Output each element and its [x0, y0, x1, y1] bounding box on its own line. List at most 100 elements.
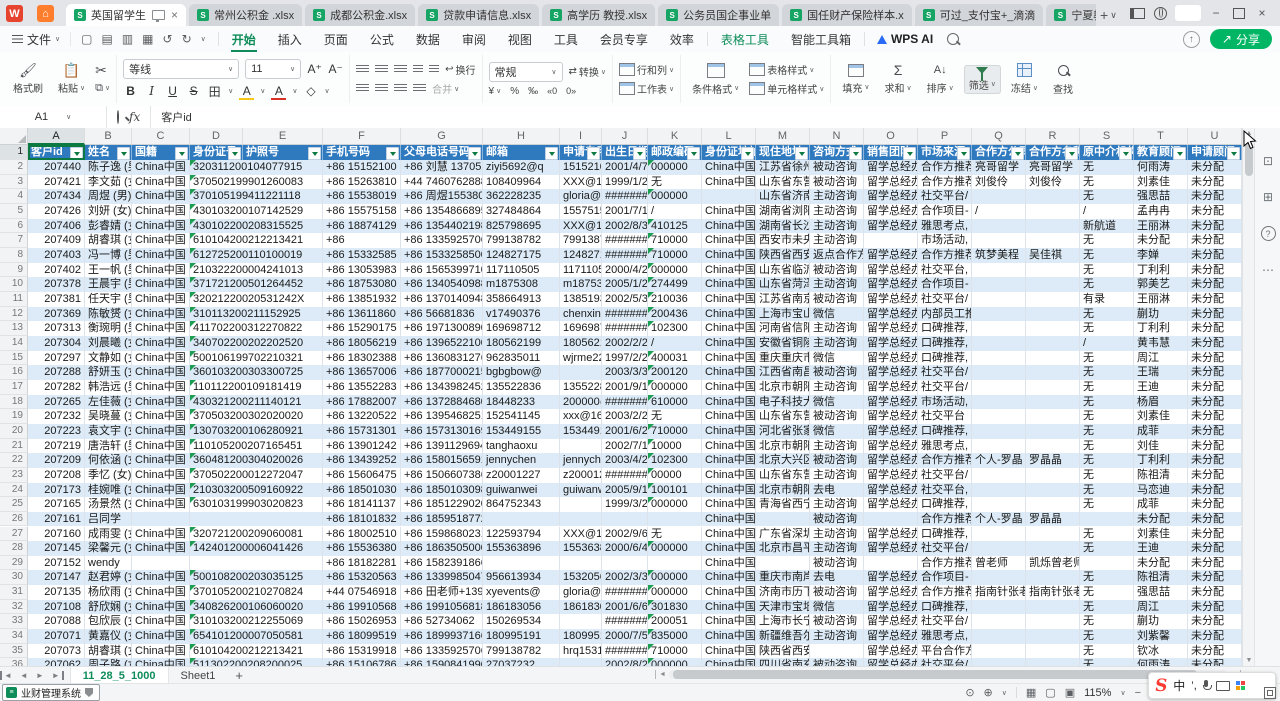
cell-D33[interactable]: 310103200212255069	[190, 614, 323, 629]
cell-M11[interactable]: 江苏省南京	[756, 292, 810, 307]
filter-dropdown-icon[interactable]	[308, 147, 321, 160]
cell-I29[interactable]	[560, 556, 602, 571]
zoom-out-button[interactable]: −	[1135, 687, 1141, 699]
cell-K26[interactable]	[648, 512, 702, 527]
cell-R33[interactable]	[1026, 614, 1080, 629]
cell-U34[interactable]: 未分配	[1188, 629, 1242, 644]
cell-Q18[interactable]	[972, 395, 1026, 410]
cell-P12[interactable]: 内部员工推	[918, 307, 972, 322]
cell-O21[interactable]: 留学总经办	[864, 439, 918, 454]
cell-A6[interactable]: 207406	[28, 219, 85, 234]
cell-F16[interactable]: +86 13657006	[323, 365, 401, 380]
cell-H3[interactable]: 108409964	[483, 175, 560, 190]
cell-M9[interactable]: 山东省临沂	[756, 263, 810, 278]
cell-I4[interactable]: gloria@uk	[560, 189, 602, 204]
cell-F10[interactable]: +86 18753080	[323, 277, 401, 292]
cell-M10[interactable]: 山东省菏泽	[756, 277, 810, 292]
cell-L15[interactable]: China中国	[702, 351, 756, 366]
borders-button[interactable]: 田	[207, 83, 222, 100]
cell-U4[interactable]: 未分配	[1188, 189, 1242, 204]
filter-header-H[interactable]: 邮箱	[483, 145, 560, 160]
cell-A29[interactable]: 207152	[28, 556, 85, 571]
font-color-button[interactable]: A	[271, 84, 286, 98]
cell-K12[interactable]: 200436	[648, 307, 702, 322]
underline-button[interactable]: U	[165, 84, 180, 98]
cell-G11[interactable]: +86 1370140948	[401, 292, 483, 307]
cell-I26[interactable]	[560, 512, 602, 527]
cell-S28[interactable]: 无	[1080, 541, 1134, 556]
cell-S3[interactable]: 无	[1080, 175, 1134, 190]
cell-L6[interactable]: China中国	[702, 219, 756, 234]
cell-T36[interactable]: 何雨涛	[1134, 658, 1188, 666]
cell-B33[interactable]: 包欣辰 (女	[85, 614, 132, 629]
cell-J33[interactable]: ########	[602, 614, 648, 629]
wps-logo-icon[interactable]: W	[6, 5, 23, 22]
cell-O19[interactable]: 留学总经办	[864, 409, 918, 424]
cell-S32[interactable]: 无	[1080, 600, 1134, 615]
cell-N6[interactable]: 主动咨询	[810, 219, 864, 234]
cell-H14[interactable]: 180562199	[483, 336, 560, 351]
cell-H7[interactable]: 799138782	[483, 233, 560, 248]
cell-N14[interactable]: 主动咨询	[810, 336, 864, 351]
cell-G6[interactable]: +86 1354402198	[401, 219, 483, 234]
cell-A17[interactable]: 207282	[28, 380, 85, 395]
cell-J31[interactable]: ########	[602, 585, 648, 600]
cell-T15[interactable]: 周江	[1134, 351, 1188, 366]
cell-Q15[interactable]	[972, 351, 1026, 366]
cell-B5[interactable]: 刘妍 (女)	[85, 204, 132, 219]
cell-H33[interactable]: 150269534	[483, 614, 560, 629]
cell-L23[interactable]: China中国	[702, 468, 756, 483]
cell-C34[interactable]: China中国	[132, 629, 190, 644]
row-header-5[interactable]: 5	[0, 204, 28, 219]
cell-N12[interactable]: 微信	[810, 307, 864, 322]
cell-N31[interactable]: 被动咨询	[810, 585, 864, 600]
row-header-19[interactable]: 19	[0, 409, 28, 424]
cell-J23[interactable]: ########	[602, 468, 648, 483]
filter-header-Q[interactable]: 合作方公司	[972, 145, 1026, 160]
cell-B18[interactable]: 左佳薇 (女	[85, 395, 132, 410]
cell-J8[interactable]: ########	[602, 248, 648, 263]
print-icon[interactable]: ▥	[122, 32, 133, 46]
cell-A30[interactable]: 207147	[28, 570, 85, 585]
column-header-T[interactable]: T	[1134, 128, 1188, 145]
cell-S19[interactable]: 无	[1080, 409, 1134, 424]
document-tab[interactable]: S贷款申请信息.xlsx	[418, 4, 539, 26]
fill-color-caret-icon[interactable]: ∨	[260, 87, 265, 95]
cell-U18[interactable]: 未分配	[1188, 395, 1242, 410]
cell-D19[interactable]: 370503200302020020	[190, 409, 323, 424]
cell-A4[interactable]: 207434	[28, 189, 85, 204]
cell-R24[interactable]	[1026, 483, 1080, 498]
cell-P16[interactable]: 社交平台/	[918, 365, 972, 380]
new-tab-caret-icon[interactable]: ∨	[1110, 10, 1117, 21]
cell-M7[interactable]: 西安市未央	[756, 233, 810, 248]
formula-input[interactable]: 客户id	[150, 106, 192, 128]
cell-U36[interactable]: 未分配	[1188, 658, 1242, 666]
cell-H35[interactable]: 799138782	[483, 644, 560, 659]
cell-H19[interactable]: 152541145	[483, 409, 560, 424]
percent-button[interactable]: %	[510, 86, 519, 97]
font-name-select[interactable]: 等线 ∨	[123, 59, 239, 79]
cell-S8[interactable]: 无	[1080, 248, 1134, 263]
cell-R4[interactable]	[1026, 189, 1080, 204]
cell-S16[interactable]: 无	[1080, 365, 1134, 380]
globe-icon[interactable]	[1152, 5, 1168, 21]
cell-O18[interactable]: 留学总经办	[864, 395, 918, 410]
cell-L21[interactable]: China中国	[702, 439, 756, 454]
cell-T18[interactable]: 杨眉	[1134, 395, 1188, 410]
prev-sheet-icon[interactable]: ◄	[16, 671, 32, 680]
cell-B12[interactable]: 陈敏赟 (女	[85, 307, 132, 322]
cell-A19[interactable]: 207232	[28, 409, 85, 424]
filter-dropdown-icon[interactable]	[386, 147, 399, 160]
column-header-A[interactable]: A	[28, 128, 85, 145]
cell-P5[interactable]: 合作项目-	[918, 204, 972, 219]
filter-header-C[interactable]: 国籍	[132, 145, 190, 160]
new-tab-button[interactable]: +	[1100, 7, 1108, 23]
cell-K3[interactable]: 无	[648, 175, 702, 190]
cell-F11[interactable]: +86 13851932	[323, 292, 401, 307]
cell-J9[interactable]: 2000/4/24	[602, 263, 648, 278]
cell-Q35[interactable]	[972, 644, 1026, 659]
layout-mode-icon[interactable]	[1129, 5, 1145, 21]
cell-J5[interactable]: 2001/7/14	[602, 204, 648, 219]
strikethrough-button[interactable]: S	[186, 84, 201, 98]
cell-T17[interactable]: 王迪	[1134, 380, 1188, 395]
